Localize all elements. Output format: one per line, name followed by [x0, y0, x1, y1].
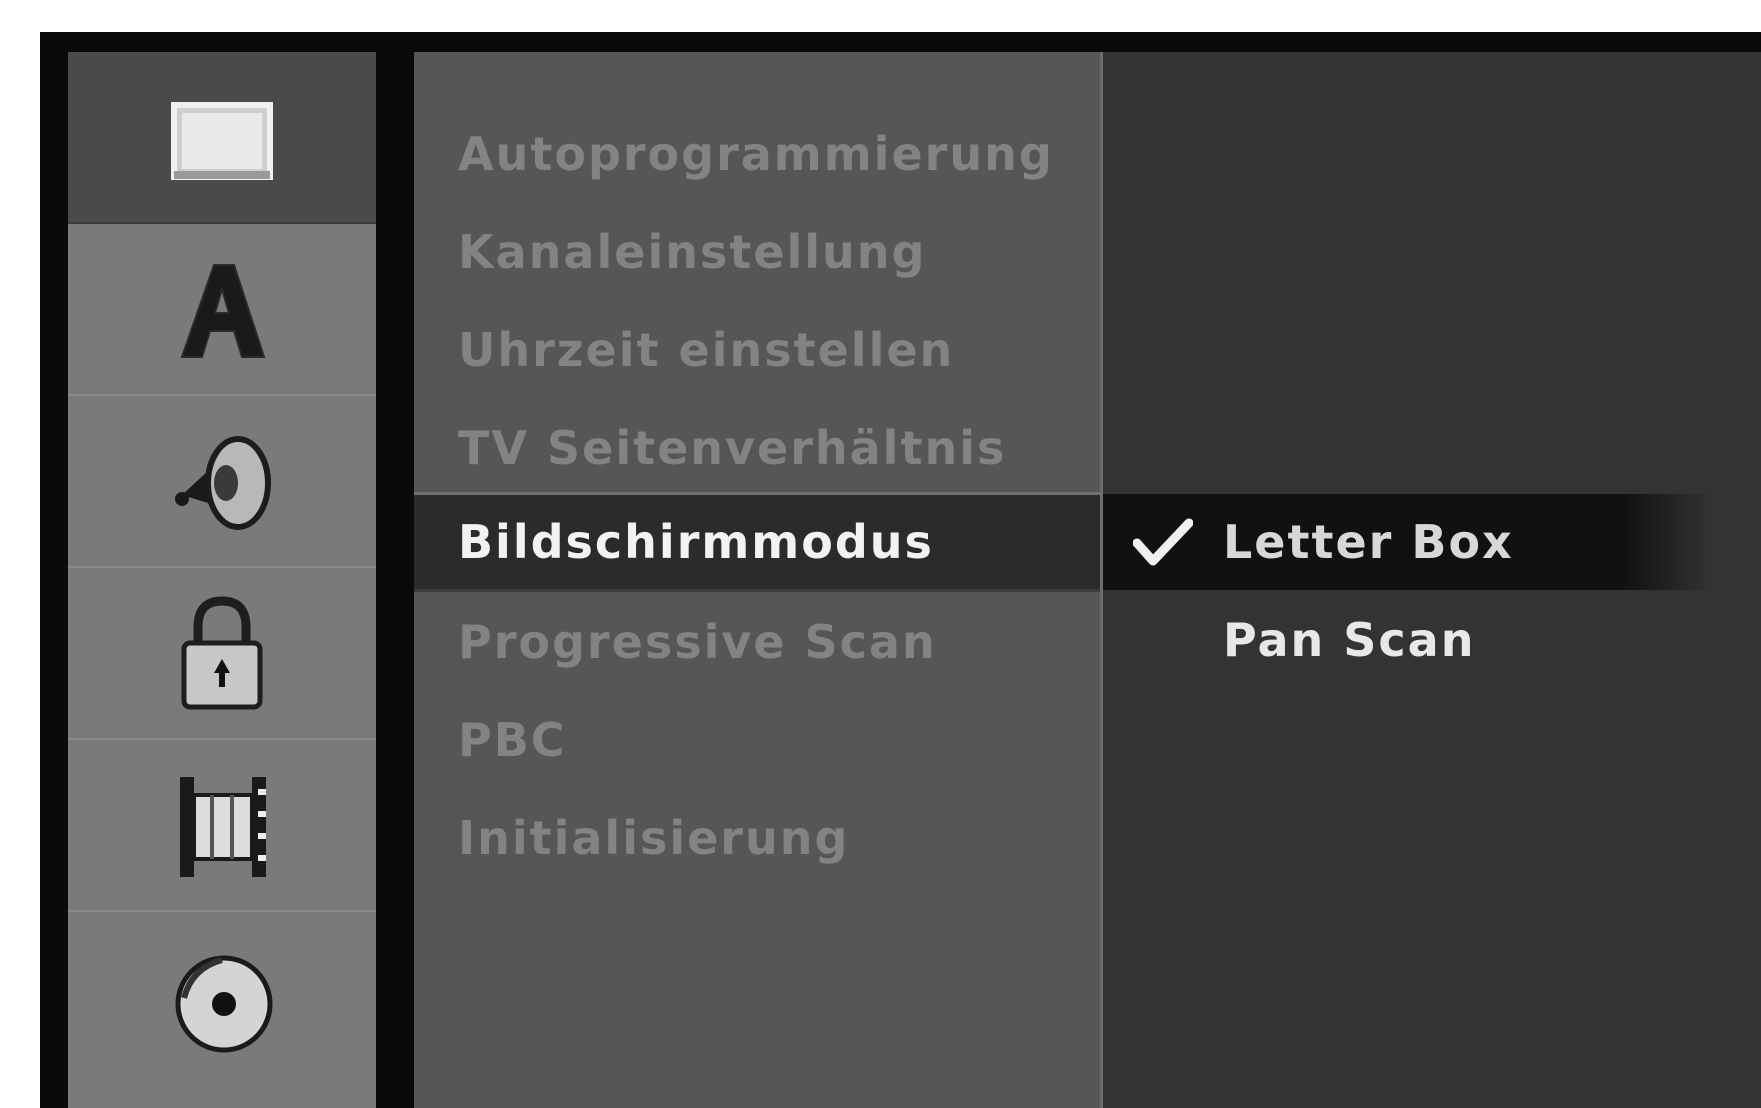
language-icon — [180, 264, 266, 358]
menu-item-set-clock[interactable]: Uhrzeit einstellen — [414, 300, 1100, 400]
padlock-icon — [181, 596, 263, 710]
menu-item-progressive-scan[interactable]: Progressive Scan — [414, 592, 1100, 692]
speaker-icon — [175, 436, 271, 530]
menu-item-pbc[interactable]: PBC — [414, 690, 1100, 790]
category-sidebar — [68, 52, 376, 1108]
option-pan-scan[interactable]: Pan Scan — [1103, 592, 1475, 688]
disc-icon — [175, 955, 273, 1053]
film-icon — [180, 777, 266, 877]
menu-item-screen-mode[interactable]: Bildschirmmodus — [414, 492, 1100, 592]
sidebar-item-disc[interactable] — [68, 912, 376, 1084]
sidebar-item-lock[interactable] — [68, 568, 376, 740]
sidebar-item-language[interactable] — [68, 224, 376, 396]
setup-menu-frame: Autoprogrammierung Kanaleinstellung Uhrz… — [40, 32, 1761, 1108]
sidebar-item-display[interactable] — [68, 52, 376, 224]
checkmark-icon — [1103, 517, 1223, 567]
sidebar-item-recording[interactable] — [68, 740, 376, 912]
sidebar-item-audio[interactable] — [68, 396, 376, 568]
menu-item-tv-aspect-ratio[interactable]: TV Seitenverhältnis — [414, 398, 1100, 498]
screen-icon — [171, 102, 273, 180]
options-panel: Letter Box Pan Scan — [1103, 52, 1761, 1108]
menu-item-channel-settings[interactable]: Kanaleinstellung — [414, 202, 1100, 302]
option-label: Letter Box — [1223, 515, 1514, 569]
option-label: Pan Scan — [1223, 613, 1476, 667]
menu-item-autoprogramming[interactable]: Autoprogrammierung — [414, 104, 1100, 204]
option-letter-box[interactable]: Letter Box — [1103, 494, 1713, 590]
menu-item-initialization[interactable]: Initialisierung — [414, 788, 1100, 888]
settings-menu: Autoprogrammierung Kanaleinstellung Uhrz… — [414, 52, 1103, 1108]
